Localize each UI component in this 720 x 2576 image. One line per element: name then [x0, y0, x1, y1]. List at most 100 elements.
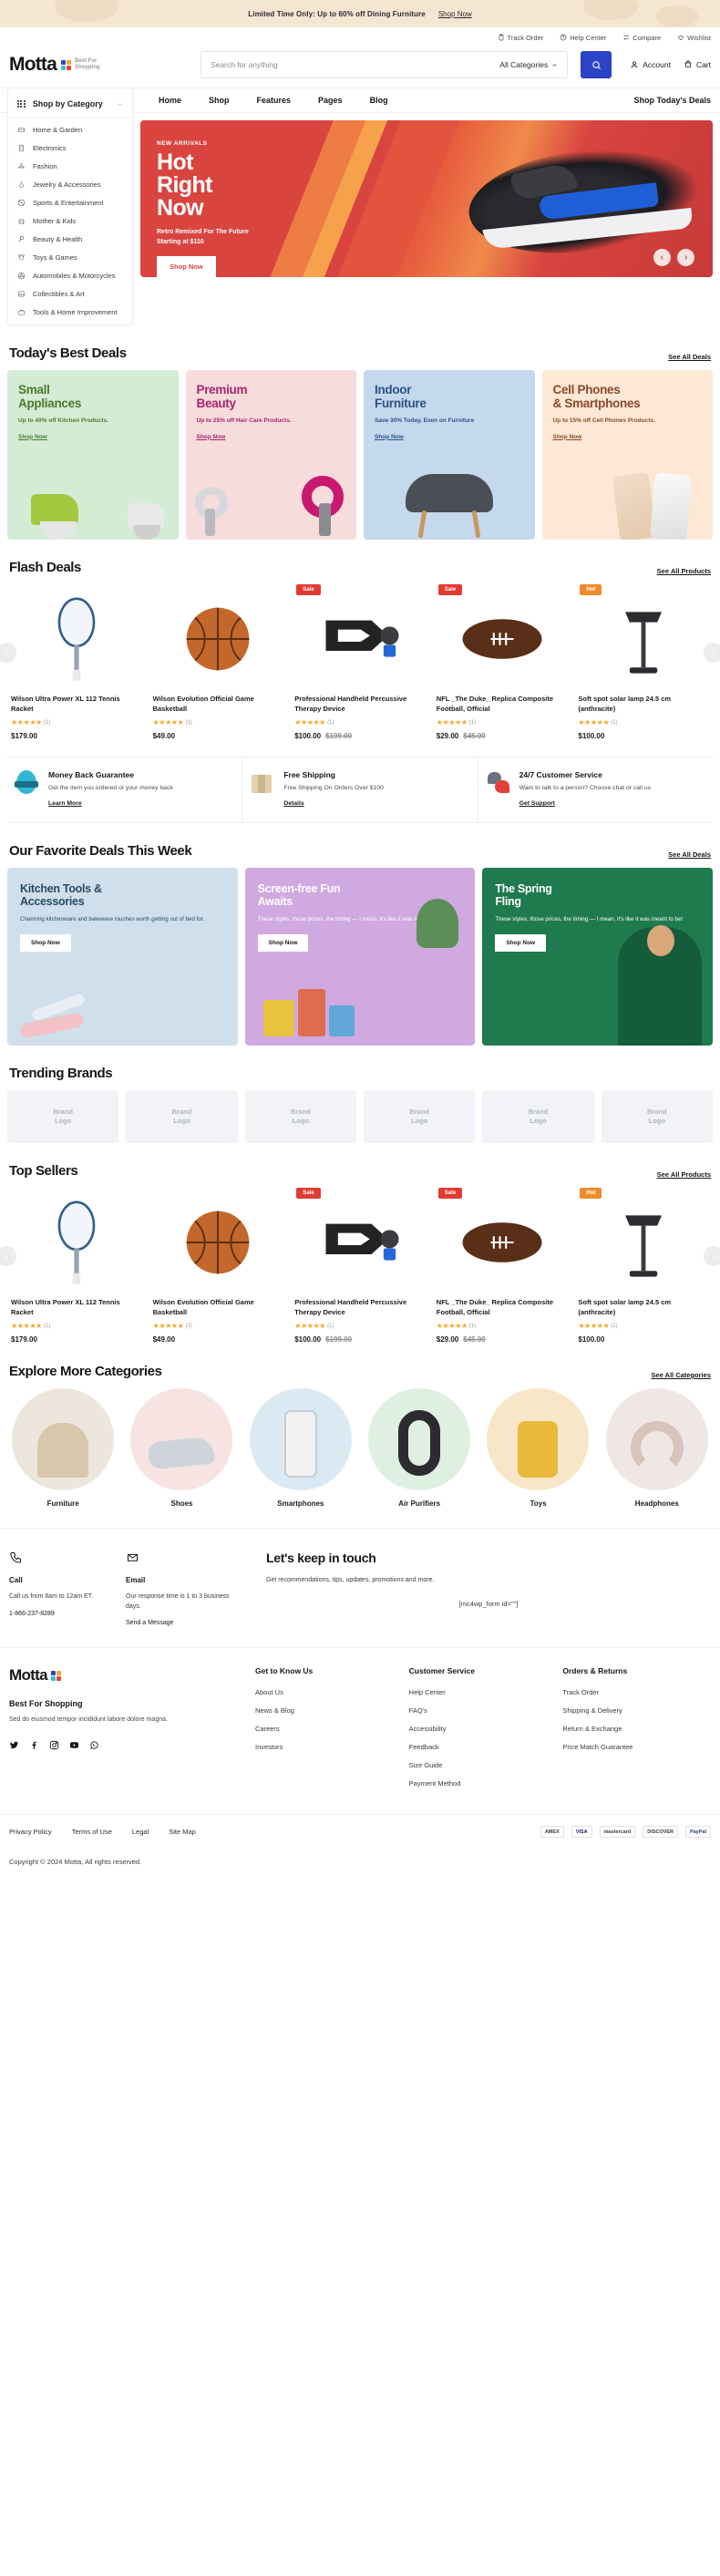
deal-card-cell-phones[interactable]: Cell Phones & Smartphones Up to 15% off … [541, 370, 713, 540]
legal-link-terms[interactable]: Terms of Use [72, 1828, 112, 1836]
hero-dot-2[interactable] [166, 261, 170, 264]
sidebar-item-home-garden[interactable]: Home & Garden [8, 120, 132, 139]
deal-card-premium-beauty[interactable]: Premium Beauty Up to 25% off Hair Care P… [185, 370, 356, 540]
whatsapp-icon[interactable] [89, 1740, 99, 1750]
sidebar-item-automobiles[interactable]: Automobiles & Motorcycles [8, 266, 132, 284]
hero-banner[interactable]: NEW ARRIVALS Hot Right Now Retro Remixed… [140, 120, 713, 277]
favorite-shop-now-button[interactable]: Shop Now [20, 934, 71, 952]
sidebar-item-fashion[interactable]: Fashion [8, 157, 132, 175]
sidebar-header[interactable]: Shop by Category [8, 92, 132, 116]
cart-button[interactable]: Cart [684, 60, 711, 69]
footer-link[interactable]: Price Match Guarantee [562, 1743, 711, 1751]
nav-link-home[interactable]: Home [159, 96, 181, 105]
category-item-shoes[interactable]: Shoes [126, 1388, 237, 1508]
product-card[interactable]: Wilson Evolution Official Game Basketbal… [149, 584, 288, 740]
see-all-deals-link[interactable]: See All Deals [668, 353, 711, 361]
utility-help-center[interactable]: Help Center [560, 34, 606, 42]
contact-phone-link[interactable]: 1-866-237-8289 [9, 1611, 55, 1617]
see-all-products-link[interactable]: See All Products [657, 567, 711, 575]
legal-link-legal[interactable]: Legal [132, 1828, 149, 1836]
utility-track-order[interactable]: Track Order [498, 34, 543, 42]
nav-today-deals[interactable]: Shop Today's Deals [634, 96, 712, 105]
utility-compare[interactable]: Compare [622, 34, 661, 42]
hero-next-button[interactable] [677, 249, 694, 266]
product-card[interactable]: Wilson Ultra Power XL 112 Tennis Racket … [7, 584, 146, 740]
hero-prev-button[interactable] [653, 249, 671, 266]
product-card[interactable]: Sale NFL _The Duke_ Replica Composite Fo… [433, 584, 571, 740]
sidebar-item-jewelry[interactable]: Jewelry & Accessories [8, 175, 132, 193]
sidebar-item-tools-home[interactable]: Tools & Home Improvement [8, 303, 132, 321]
sidebar-item-collectibles-art[interactable]: Collectibles & Art [8, 284, 132, 303]
favorite-shop-now-button[interactable]: Shop Now [495, 934, 547, 952]
footer-link[interactable]: Return & Exchange [562, 1725, 711, 1733]
site-logo[interactable]: Motta Best For Shopping [9, 54, 191, 76]
category-select[interactable]: All Categories [490, 60, 567, 69]
deal-card-small-appliances[interactable]: Small Appliances Up to 40% off Kitchen P… [7, 370, 179, 540]
product-card[interactable]: Wilson Evolution Official Game Basketbal… [149, 1188, 288, 1344]
sidebar-item-mother-kids[interactable]: Mother & Kids [8, 211, 132, 230]
account-button[interactable]: Account [630, 60, 671, 69]
footer-link[interactable]: Careers [255, 1725, 404, 1733]
brand-logo-item[interactable]: Brand Logo [363, 1090, 476, 1143]
twitter-icon[interactable] [9, 1740, 19, 1750]
brand-logo-item[interactable]: Brand Logo [482, 1090, 594, 1143]
see-all-categories-link[interactable]: See All Categories [651, 1371, 711, 1379]
search-button[interactable] [581, 51, 612, 78]
product-card[interactable]: Sale Professional Handheld Percussive Th… [291, 1188, 429, 1344]
carousel-next-button[interactable] [704, 643, 720, 663]
footer-link[interactable]: Accessibility [409, 1725, 558, 1733]
contact-email-link[interactable]: Send a Message [126, 1620, 174, 1626]
sidebar-item-electronics[interactable]: Electronics [8, 139, 132, 157]
facebook-icon[interactable] [29, 1740, 39, 1750]
utility-wishlist[interactable]: Wishlist [677, 34, 711, 42]
product-card[interactable]: Sale Professional Handheld Percussive Th… [291, 584, 429, 740]
hero-dot-1[interactable] [158, 261, 161, 264]
category-item-headphones[interactable]: Headphones [602, 1388, 713, 1508]
service-link[interactable]: Get Support [519, 800, 555, 807]
sidebar-item-sports[interactable]: Sports & Entertainment [8, 193, 132, 211]
deal-card-link[interactable]: Shop Now [375, 434, 404, 440]
legal-link-privacy[interactable]: Privacy Policy [9, 1828, 52, 1836]
favorite-card-spring-fling[interactable]: The Spring Fling These styles, those pri… [482, 868, 714, 1046]
brand-logo-item[interactable]: Brand Logo [601, 1090, 713, 1143]
footer-logo[interactable]: Motta [9, 1666, 255, 1685]
brand-logo-item[interactable]: Brand Logo [244, 1090, 356, 1143]
deal-card-link[interactable]: Shop Now [197, 434, 226, 440]
footer-link[interactable]: Shipping & Delivery [562, 1706, 711, 1715]
hero-carousel-dots[interactable] [158, 261, 178, 264]
footer-link[interactable]: FAQ's [409, 1706, 558, 1715]
footer-link[interactable]: News & Blog [255, 1706, 404, 1715]
favorite-card-screen-free-fun[interactable]: Screen-free Fun Awaits These styles, tho… [244, 868, 476, 1046]
product-card[interactable]: Hot Soft spot solar lamp 24.5 cm (anthra… [574, 1188, 713, 1344]
nav-link-features[interactable]: Features [257, 96, 292, 105]
product-card[interactable]: Sale NFL _The Duke_ Replica Composite Fo… [433, 1188, 571, 1344]
service-link[interactable]: Learn More [48, 800, 82, 807]
search-input[interactable] [201, 60, 491, 69]
deal-card-indoor-furniture[interactable]: Indoor Furniture Save 30% Today, Even on… [364, 370, 535, 540]
category-item-toys[interactable]: Toys [482, 1388, 593, 1508]
brand-logo-item[interactable]: Brand Logo [7, 1090, 119, 1143]
footer-link[interactable]: Size Guide [409, 1761, 558, 1769]
nav-link-blog[interactable]: Blog [370, 96, 388, 105]
deal-card-link[interactable]: Shop Now [18, 434, 47, 440]
youtube-icon[interactable] [69, 1740, 79, 1750]
footer-link[interactable]: Investors [255, 1743, 404, 1751]
see-all-deals-link[interactable]: See All Deals [668, 850, 711, 859]
hero-shop-now-button[interactable]: Shop Now [157, 256, 216, 277]
category-item-furniture[interactable]: Furniture [7, 1388, 118, 1508]
footer-link[interactable]: Help Center [409, 1688, 558, 1696]
instagram-icon[interactable] [49, 1740, 59, 1750]
product-card[interactable]: Hot Soft spot solar lamp 24.5 cm (anthra… [574, 584, 713, 740]
product-card[interactable]: Wilson Ultra Power XL 112 Tennis Racket … [7, 1188, 146, 1344]
footer-link[interactable]: Track Order [562, 1688, 711, 1696]
carousel-next-button[interactable] [704, 1246, 720, 1266]
sidebar-item-toys-games[interactable]: Toys & Games [8, 248, 132, 266]
footer-link[interactable]: Payment Method [409, 1779, 558, 1788]
brand-logo-item[interactable]: Brand Logo [126, 1090, 238, 1143]
favorite-shop-now-button[interactable]: Shop Now [257, 934, 309, 952]
nav-link-shop[interactable]: Shop [209, 96, 230, 105]
footer-link[interactable]: About Us [255, 1688, 404, 1696]
favorite-card-kitchen-tools[interactable]: Kitchen Tools & Accessories Charming kit… [7, 868, 238, 1046]
footer-link[interactable]: Feedback [409, 1743, 558, 1751]
category-item-smartphones[interactable]: Smartphones [245, 1388, 356, 1508]
